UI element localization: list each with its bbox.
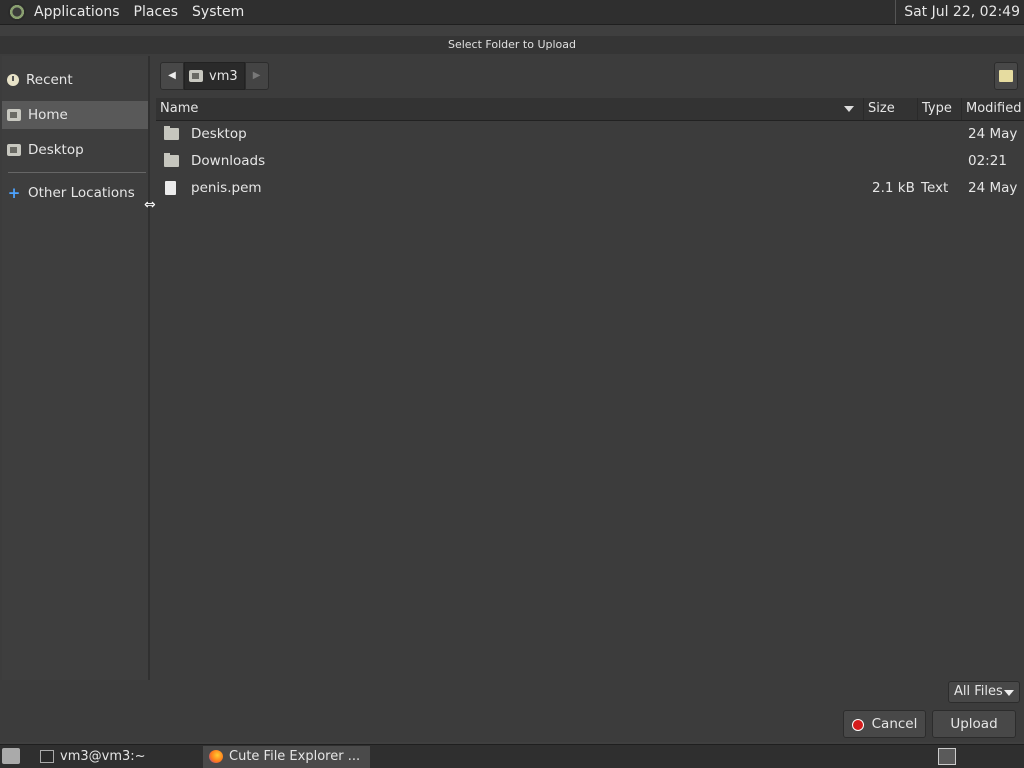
cancel-button[interactable]: Cancel [843,710,926,738]
file-name: Downloads [191,153,266,169]
top-panel: Applications Places System Sat Jul 22, 0… [0,0,1024,25]
column-header-type[interactable]: Type [917,98,961,120]
column-headers: Name Size Type Modified [156,98,1024,121]
file-filter-dropdown[interactable]: All Files [948,681,1020,703]
column-label: Name [160,101,199,116]
path-bar: ◀ vm3 ▶ [160,62,269,90]
sort-descending-icon [844,106,854,112]
cancel-label: Cancel [871,716,918,732]
file-name: penis.pem [191,180,262,196]
column-label: Type [922,101,952,116]
upload-button[interactable]: Upload [932,710,1016,738]
new-folder-icon [999,70,1013,82]
show-desktop-icon[interactable] [2,748,20,764]
terminal-icon [40,750,54,763]
task-label: vm3@vm3:~ [60,749,146,764]
places-sidebar: Recent Home Desktop + Other Locations [2,56,150,680]
file-modified: 02:21 [968,153,1007,169]
path-crumb-label: vm3 [209,68,238,84]
firefox-icon [209,750,223,763]
sidebar-item-label: Recent [26,72,73,88]
folder-icon [164,126,179,140]
path-back-button[interactable]: ◀ [160,62,184,90]
new-folder-button[interactable] [994,62,1018,90]
task-label: Cute File Explorer ... [229,749,361,764]
home-folder-icon [189,70,203,82]
distro-logo-icon[interactable] [8,3,26,21]
cancel-icon [851,719,864,731]
dialog-title: Select Folder to Upload [0,36,1024,54]
text-file-icon [165,181,176,195]
file-filter-label: All Files [954,684,1003,699]
column-header-name[interactable]: Name [156,98,863,120]
desktop-folder-icon [7,144,21,156]
file-modified: 24 May [968,180,1018,196]
file-size: 2.1 kB [872,180,915,196]
clock-icon [7,74,19,86]
table-row[interactable]: Downloads 02:21 [156,148,1024,175]
sidebar-item-other-locations[interactable]: + Other Locations [2,179,148,207]
menu-applications[interactable]: Applications [34,4,120,20]
task-terminal[interactable]: vm3@vm3:~ [34,746,199,768]
sidebar-item-desktop[interactable]: Desktop [2,136,148,164]
chevron-down-icon [1004,690,1014,696]
clock[interactable]: Sat Jul 22, 02:49 [895,0,1020,24]
file-type: Text [921,180,949,196]
task-firefox[interactable]: Cute File Explorer ... [203,746,370,768]
table-row[interactable]: Desktop 24 May [156,121,1024,148]
sidebar-item-recent[interactable]: Recent [2,66,148,94]
sidebar-item-home[interactable]: Home [2,101,148,129]
path-crumb-home[interactable]: vm3 [184,62,245,90]
sidebar-item-label: Home [28,107,68,123]
bottom-taskbar: vm3@vm3:~ Cute File Explorer ... [0,744,1024,768]
upload-label: Upload [950,716,998,732]
menu-system[interactable]: System [192,4,244,20]
sidebar-item-label: Other Locations [28,185,135,201]
sidebar-divider [8,172,146,173]
file-list[interactable]: Name Size Type Modified Desktop 24 May D… [156,98,1024,680]
folder-icon [164,153,179,167]
menu-places[interactable]: Places [134,4,179,20]
path-forward-button[interactable]: ▶ [244,62,269,90]
column-label: Size [868,101,895,116]
column-header-modified[interactable]: Modified [961,98,1024,120]
resize-cursor-icon: ⇔ [144,197,156,213]
file-name: Desktop [191,126,247,142]
home-folder-icon [7,109,21,121]
file-modified: 24 May [968,126,1018,142]
column-header-size[interactable]: Size [863,98,917,120]
plus-icon: + [7,184,21,202]
file-chooser-dialog: Recent Home Desktop + Other Locations ◀ … [0,54,1024,742]
workspace-switcher[interactable] [938,748,956,765]
table-row[interactable]: penis.pem 2.1 kB Text 24 May [156,175,1024,202]
column-label: Modified [966,101,1022,116]
sidebar-item-label: Desktop [28,142,84,158]
